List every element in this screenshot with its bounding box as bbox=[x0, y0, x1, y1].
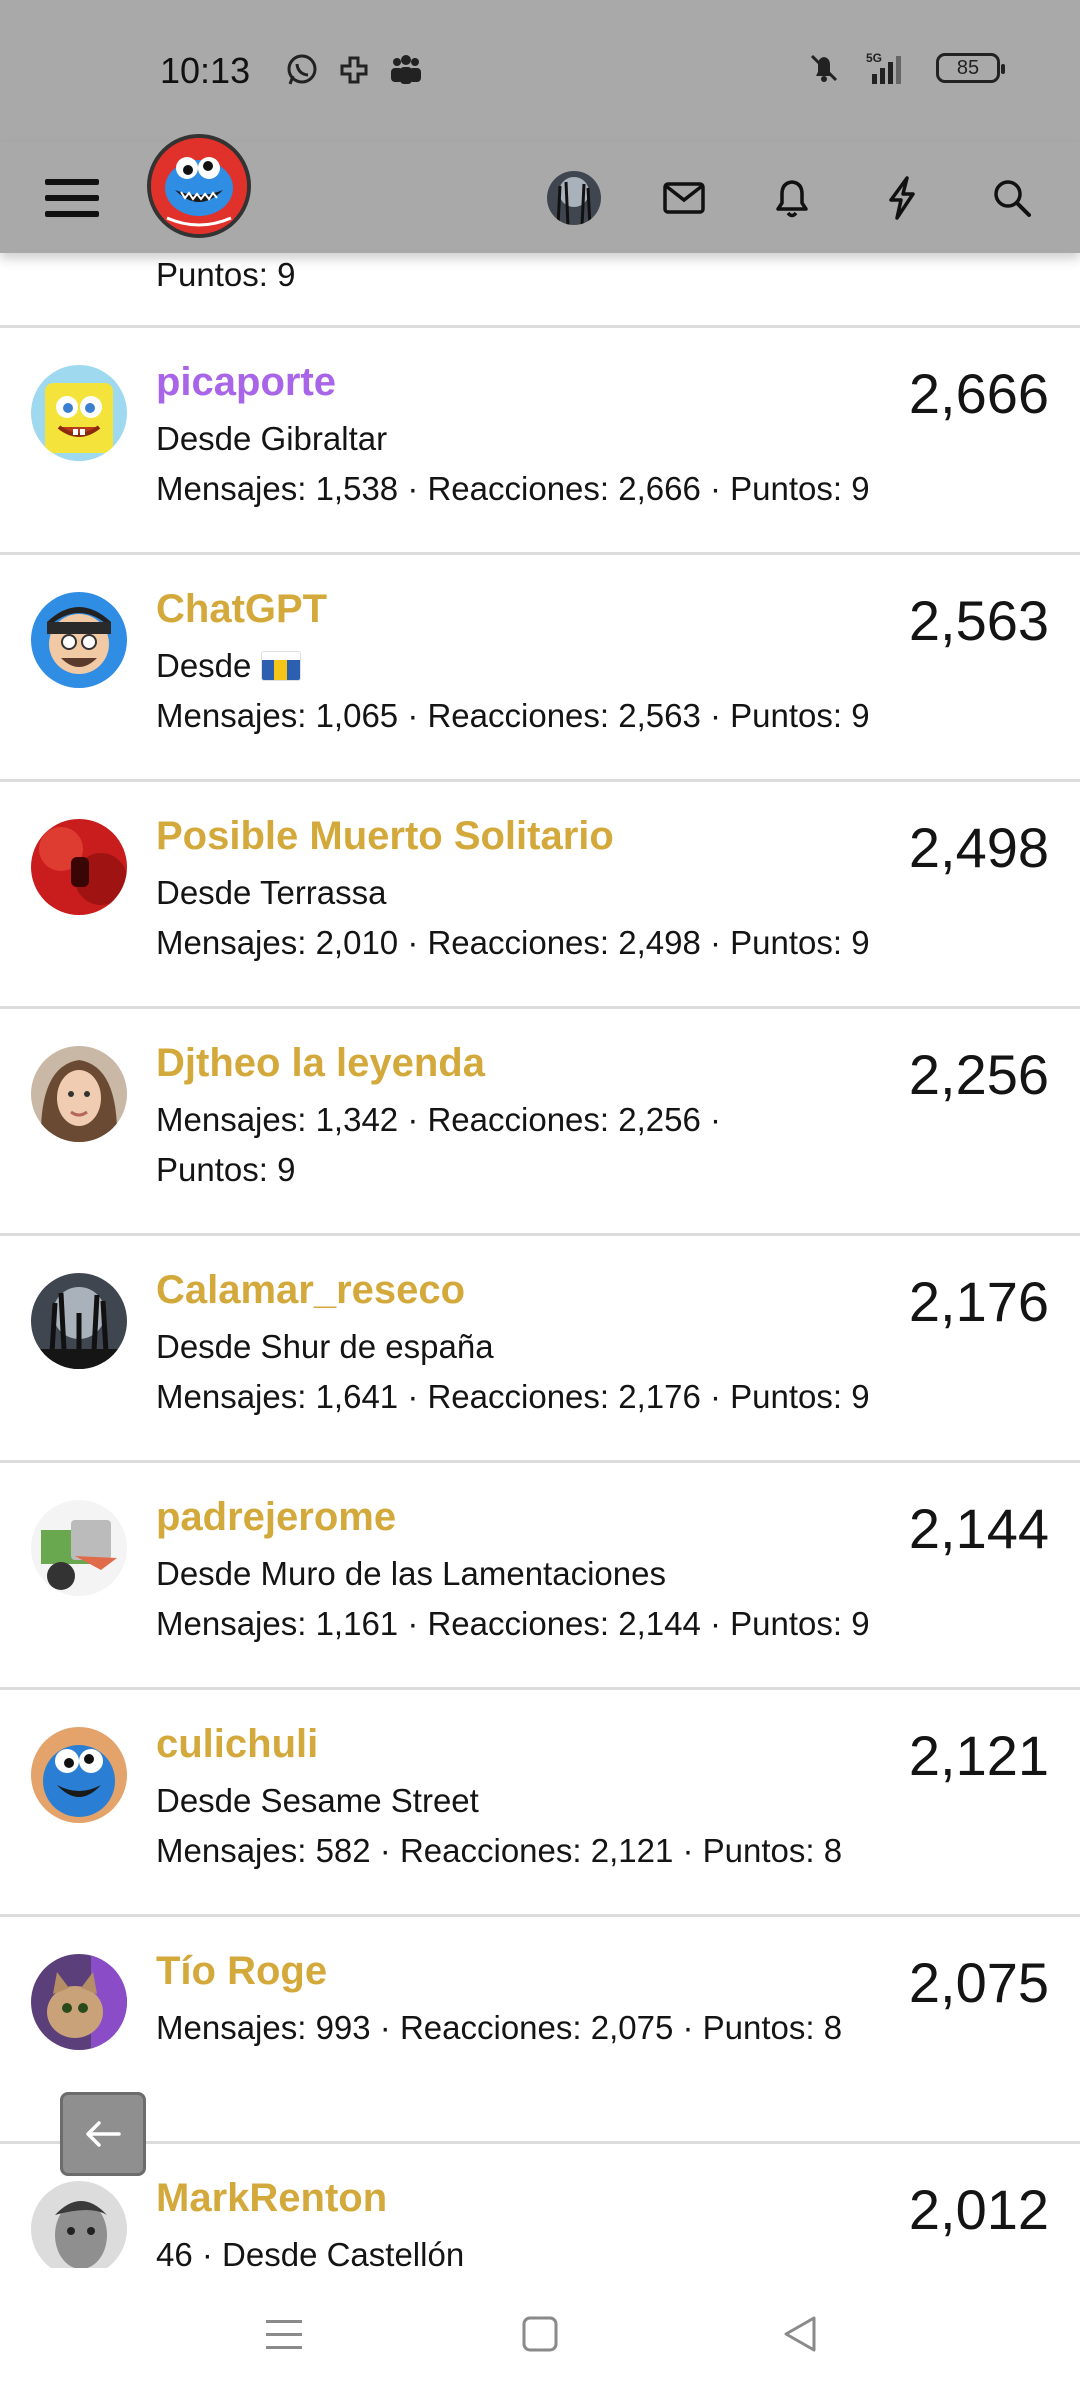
member-row[interactable]: Tío Roge 2,075 Mensajes: 993 · Reaccione… bbox=[0, 1917, 1080, 2144]
notification-icons bbox=[284, 52, 424, 88]
member-info: Desde Shur de españa Mensajes: 1,641 · R… bbox=[156, 1322, 896, 1422]
hamburger-icon bbox=[45, 178, 99, 217]
reaction-score: 2,176 bbox=[908, 1270, 1049, 1333]
battery-icon: 85 bbox=[936, 53, 1005, 83]
avatar[interactable] bbox=[31, 2181, 127, 2268]
member-info: Mensajes: 993 · Reacciones: 2,075 · Punt… bbox=[156, 2003, 876, 2053]
username[interactable]: picaporte bbox=[156, 358, 336, 406]
alerts-button[interactable] bbox=[754, 142, 830, 253]
mail-icon bbox=[663, 181, 705, 214]
username[interactable]: Calamar_reseco bbox=[156, 1266, 465, 1314]
member-stats: Mensajes: 2,010 · Reacciones: 2,498 · Pu… bbox=[156, 924, 870, 961]
site-logo[interactable] bbox=[147, 134, 251, 238]
member-location: Desde Sesame Street bbox=[156, 1782, 479, 1819]
username[interactable]: Djtheo la leyenda bbox=[156, 1039, 485, 1087]
cookie-monster-logo-icon bbox=[151, 138, 247, 234]
avatar[interactable] bbox=[31, 1727, 127, 1823]
username[interactable]: culichuli bbox=[156, 1720, 318, 1768]
whats-new-button[interactable] bbox=[864, 142, 940, 253]
member-stats: Mensajes: 1,342 · Reacciones: 2,256 · Pu… bbox=[156, 1101, 721, 1188]
previous-member-tail: Puntos: 9 bbox=[0, 253, 1080, 328]
member-location: Desde Shur de españa bbox=[156, 1328, 494, 1365]
member-list[interactable]: Puntos: 9 picaporte 2,666 Desde Gibralta… bbox=[0, 253, 1080, 2268]
previous-member-points: Puntos: 9 bbox=[156, 256, 296, 293]
member-row[interactable]: MarkRenton 2,012 46 · Desde Castellón bbox=[0, 2144, 1080, 2268]
avatar[interactable] bbox=[31, 819, 127, 915]
member-stats: Mensajes: 1,641 · Reacciones: 2,176 · Pu… bbox=[156, 1378, 870, 1415]
member-row[interactable]: padrejerome 2,144 Desde Muro de las Lame… bbox=[0, 1463, 1080, 1690]
arrow-left-icon bbox=[86, 2121, 121, 2147]
member-row[interactable]: ChatGPT 2,563 Desde Mensajes: 1,065 · Re… bbox=[0, 555, 1080, 782]
reaction-score: 2,256 bbox=[908, 1043, 1049, 1106]
search-icon bbox=[994, 179, 1031, 217]
recent-apps-icon bbox=[266, 2320, 302, 2349]
reaction-score: 2,144 bbox=[908, 1497, 1049, 1560]
member-stats: Mensajes: 1,538 · Reacciones: 2,666 · Pu… bbox=[156, 470, 870, 507]
avatar[interactable] bbox=[31, 1500, 127, 1596]
username[interactable]: ChatGPT bbox=[156, 585, 327, 633]
account-button[interactable] bbox=[536, 142, 612, 253]
reaction-score: 2,498 bbox=[908, 816, 1049, 879]
avatar[interactable] bbox=[31, 592, 127, 688]
member-row[interactable]: Posible Muerto Solitario 2,498 Desde Ter… bbox=[0, 782, 1080, 1009]
member-stats: Mensajes: 1,161 · Reacciones: 2,144 · Pu… bbox=[156, 1605, 870, 1642]
reaction-score: 2,121 bbox=[908, 1724, 1049, 1787]
member-info: Desde Muro de las Lamentaciones Mensajes… bbox=[156, 1549, 896, 1649]
username[interactable]: Posible Muerto Solitario bbox=[156, 812, 614, 860]
nav-back-button[interactable] bbox=[740, 2268, 860, 2400]
member-info: Desde Gibraltar Mensajes: 1,538 · Reacci… bbox=[156, 414, 896, 514]
member-location: Desde Terrassa bbox=[156, 874, 387, 911]
member-info: Desde Sesame Street Mensajes: 582 · Reac… bbox=[156, 1776, 896, 1876]
reaction-score: 2,012 bbox=[908, 2178, 1049, 2241]
member-stats: Mensajes: 582 · Reacciones: 2,121 · Punt… bbox=[156, 1832, 843, 1869]
status-bar: 10:13 5G 85 bbox=[0, 0, 1080, 142]
back-button[interactable] bbox=[60, 2092, 146, 2176]
system-nav-bar bbox=[0, 2268, 1080, 2400]
member-info: 46 · Desde Castellón bbox=[156, 2230, 896, 2268]
reaction-score: 2,563 bbox=[908, 589, 1049, 652]
bell-icon bbox=[776, 179, 808, 217]
member-row[interactable]: picaporte 2,666 Desde Gibraltar Mensajes… bbox=[0, 328, 1080, 555]
reaction-score: 2,075 bbox=[908, 1951, 1049, 2014]
canary-islands-flag-icon bbox=[260, 651, 301, 681]
member-info: Desde Terrassa Mensajes: 2,010 · Reaccio… bbox=[156, 868, 896, 968]
member-info: Mensajes: 1,342 · Reacciones: 2,256 · Pu… bbox=[156, 1095, 796, 1195]
username[interactable]: padrejerome bbox=[156, 1493, 396, 1541]
home-icon bbox=[522, 2316, 558, 2352]
inbox-button[interactable] bbox=[646, 142, 722, 253]
teams-icon bbox=[391, 55, 421, 84]
member-location: 46 · Desde Castellón bbox=[156, 2236, 465, 2268]
svg-text:5G: 5G bbox=[866, 51, 882, 65]
member-row[interactable]: culichuli 2,121 Desde Sesame Street Mens… bbox=[0, 1690, 1080, 1917]
username[interactable]: MarkRenton bbox=[156, 2174, 387, 2222]
reaction-score: 2,666 bbox=[908, 362, 1049, 425]
user-avatar bbox=[547, 170, 601, 225]
member-location: Desde bbox=[156, 641, 896, 691]
avatar[interactable] bbox=[31, 1046, 127, 1142]
avatar[interactable] bbox=[31, 1273, 127, 1369]
system-icons: 5G 85 bbox=[806, 50, 1005, 86]
lightning-icon bbox=[889, 175, 915, 220]
member-row[interactable]: Djtheo la leyenda 2,256 Mensajes: 1,342 … bbox=[0, 1009, 1080, 1236]
member-location: Desde Muro de las Lamentaciones bbox=[156, 1555, 666, 1592]
username[interactable]: Tío Roge bbox=[156, 1947, 327, 1995]
member-stats: Mensajes: 1,065 · Reacciones: 2,563 · Pu… bbox=[156, 697, 870, 734]
member-location: Desde Gibraltar bbox=[156, 420, 388, 457]
whatsapp-icon bbox=[287, 54, 317, 85]
recent-apps-button[interactable] bbox=[224, 2268, 344, 2400]
avatar[interactable] bbox=[31, 1954, 127, 2050]
clock: 10:13 bbox=[160, 50, 251, 91]
avatar[interactable] bbox=[31, 365, 127, 461]
member-stats: Mensajes: 993 · Reacciones: 2,075 · Punt… bbox=[156, 2009, 843, 2046]
signal-5g-icon: 5G bbox=[866, 51, 901, 84]
search-button[interactable] bbox=[974, 142, 1050, 253]
member-info: Desde Mensajes: 1,065 · Reacciones: 2,56… bbox=[156, 641, 896, 741]
menu-button[interactable] bbox=[32, 142, 112, 253]
member-location-text: Desde bbox=[156, 647, 252, 684]
member-row[interactable]: Calamar_reseco 2,176 Desde Shur de españ… bbox=[0, 1236, 1080, 1463]
medical-cross-icon bbox=[340, 56, 368, 84]
bell-muted-icon bbox=[810, 54, 838, 82]
back-icon bbox=[784, 2316, 816, 2352]
home-button[interactable] bbox=[480, 2268, 600, 2400]
